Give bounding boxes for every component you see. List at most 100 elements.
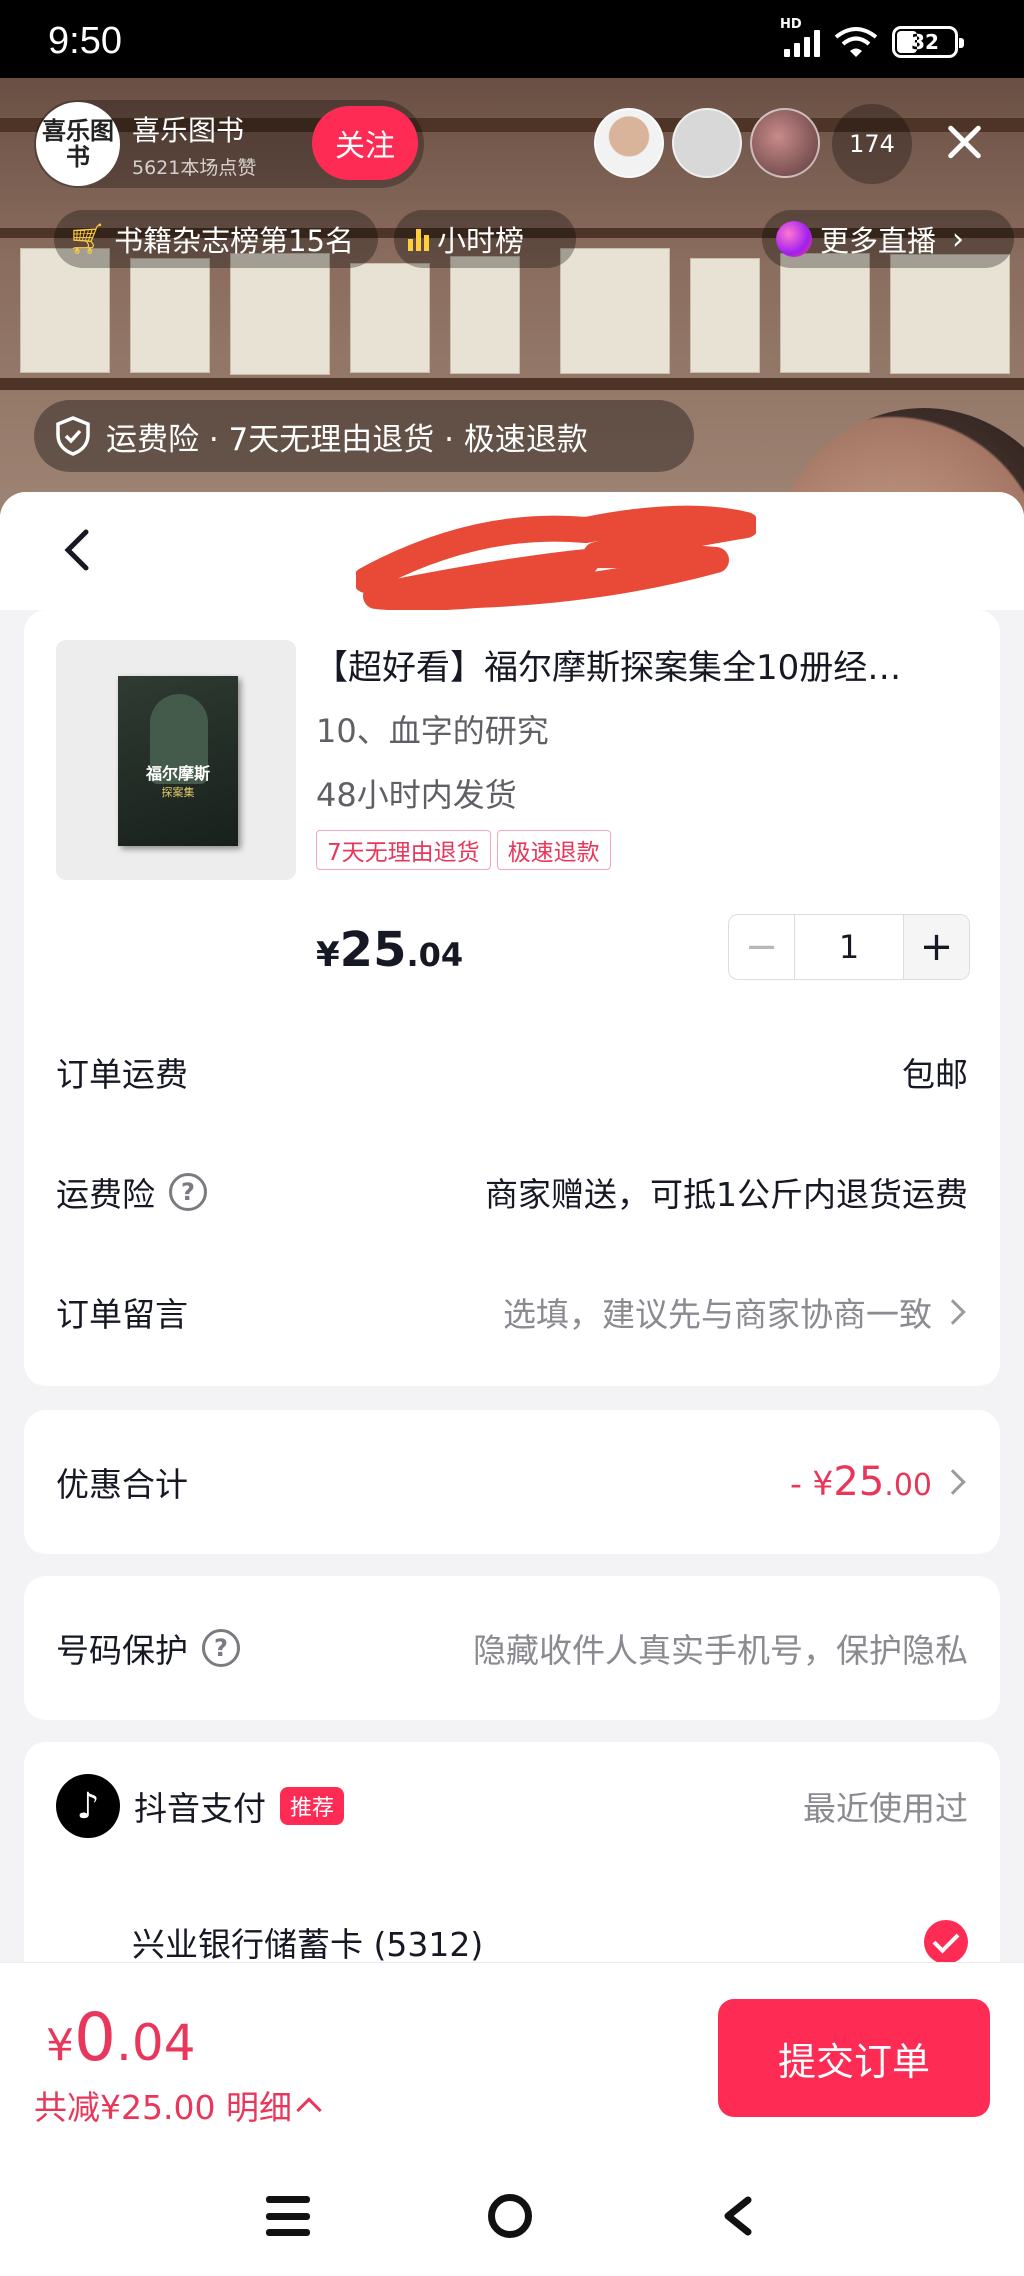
chevron-right-icon (940, 1299, 966, 1325)
close-icon[interactable] (940, 118, 988, 166)
note-label: 订单留言 (56, 1295, 188, 1334)
sheet-header (0, 492, 1024, 610)
live-orb-icon (776, 221, 812, 257)
total-integer: 0 (74, 1999, 116, 2076)
help-icon[interactable]: ? (202, 1629, 240, 1667)
product-price: ¥25.04 (316, 922, 463, 978)
douyin-pay-icon: ♪ (56, 1774, 120, 1838)
savings-text: 共减¥25.00 明细 (34, 2088, 292, 2127)
payment-method-label: 抖音支付 (134, 1789, 266, 1828)
guarantee-banner: 运费险 · 7天无理由退货 · 极速退款 (34, 400, 694, 472)
viewer-avatar[interactable] (594, 108, 664, 178)
payment-method-row[interactable]: ♪ 抖音支付 推荐 最近使用过 (56, 1774, 968, 1838)
hour-rank-label: 小时榜 (437, 224, 525, 258)
recommend-badge: 推荐 (280, 1787, 345, 1825)
bank-card-label: 兴业银行储蓄卡 (5312) (132, 1925, 484, 1962)
privacy-value: 隐藏收件人真实手机号，保护隐私 (473, 1631, 968, 1670)
discount-value: - ¥25.00 (790, 1459, 932, 1505)
discount-integer: 25 (833, 1459, 885, 1505)
order-note-row[interactable]: 订单留言 选填，建议先与商家协商一致 (56, 1282, 968, 1342)
product-variant[interactable]: 10、血字的研究 (316, 706, 549, 752)
help-icon[interactable]: ? (169, 1173, 207, 1211)
total-price: ¥0.04 (46, 1999, 196, 2076)
chevron-right-icon (940, 1469, 966, 1495)
chart-bars-icon (408, 227, 429, 251)
rank-badge[interactable]: 🛒︎ 书籍杂志榜第15名 (54, 210, 378, 268)
discount-prefix: - ¥ (789, 1464, 834, 1503)
quantity-value[interactable]: 1 (795, 915, 903, 979)
checkout-bar: ¥0.04 共减¥25.00 明细 提交订单 (0, 1962, 1024, 2158)
order-sheet: 福尔摩斯 探案集 【超好看】福尔摩斯探案集全10册经… 10、血字的研究 48小… (0, 492, 1024, 1962)
checkmark-selected-icon[interactable] (924, 1920, 968, 1962)
wifi-icon (834, 27, 878, 57)
bank-card-row[interactable]: 兴业银行储蓄卡 (5312) (132, 1912, 968, 1962)
freight-row: 订单运费 包邮 (56, 1042, 968, 1102)
product-thumbnail[interactable]: 福尔摩斯 探案集 (56, 640, 296, 880)
redaction-scribble (356, 505, 756, 610)
freight-label: 订单运费 (56, 1055, 188, 1094)
total-decimal: .04 (116, 2014, 196, 2072)
status-bar: 9:50 HD 32 (0, 0, 1024, 78)
submit-order-button[interactable]: 提交订单 (718, 1999, 990, 2117)
guarantee-text: 运费险 · 7天无理由退货 · 极速退款 (106, 421, 588, 458)
book-cover: 福尔摩斯 探案集 (118, 676, 238, 846)
recent-used-label: 最近使用过 (803, 1789, 968, 1828)
streamer-likes: 5621本场点赞 (132, 156, 257, 179)
cart-icon: 🛒︎ (68, 221, 107, 257)
shipping-time: 48小时内发货 (316, 776, 517, 814)
price-decimal: .04 (406, 936, 464, 974)
recent-apps-icon[interactable] (266, 2196, 310, 2236)
battery-level: 32 (911, 30, 939, 54)
insurance-row: 运费险 ? 商家赠送，可抵1公斤内退货运费 (56, 1162, 968, 1222)
system-nav-bar (0, 2158, 1024, 2276)
hd-indicator: HD (780, 17, 802, 32)
streamer-avatar[interactable]: 喜乐图书 (36, 102, 120, 186)
discount-row[interactable]: 优惠合计 - ¥25.00 (56, 1452, 968, 1512)
privacy-row: 号码保护 ? 隐藏收件人真实手机号，保护隐私 (56, 1618, 968, 1678)
tag-refund: 极速退款 (496, 830, 611, 870)
viewer-avatar[interactable] (672, 108, 742, 178)
more-live-button[interactable]: 更多直播 › (762, 210, 1014, 268)
chevron-up-icon (296, 2097, 322, 2123)
cover-title: 福尔摩斯 (145, 764, 210, 783)
streamer-name: 喜乐图书 (132, 113, 245, 147)
more-live-label: 更多直播 (820, 224, 937, 258)
discount-card[interactable]: 优惠合计 - ¥25.00 (24, 1410, 1000, 1554)
status-icons: HD 32 (780, 17, 964, 58)
quantity-stepper: − 1 + (728, 914, 970, 980)
streamer-info: 喜乐图书 5621本场点赞 (132, 109, 256, 180)
viewer-avatar[interactable] (750, 108, 820, 178)
shield-check-icon (56, 416, 90, 456)
hour-rank-badge[interactable]: 小时榜 (394, 210, 576, 268)
insurance-value: 商家赠送，可抵1公斤内退货运费 (485, 1175, 968, 1214)
discount-label: 优惠合计 (56, 1465, 188, 1504)
service-tags: 7天无理由退货 极速退款 (316, 830, 611, 870)
chevron-right-icon: › (952, 221, 965, 257)
total-currency: ¥ (46, 2020, 74, 2071)
savings-detail-button[interactable]: 共减¥25.00 明细 (34, 2081, 322, 2129)
status-time: 9:50 (48, 20, 122, 62)
tag-return: 7天无理由退货 (316, 830, 491, 870)
follow-button[interactable]: 关注 (312, 106, 418, 180)
back-chevron-icon[interactable] (56, 528, 100, 572)
insurance-label: 运费险 (56, 1175, 155, 1214)
price-currency: ¥ (316, 935, 340, 975)
viewer-count[interactable]: 174 (832, 104, 912, 184)
privacy-card: 号码保护 ? 隐藏收件人真实手机号，保护隐私 (24, 1576, 1000, 1720)
rank-label: 书籍杂志榜第15名 (114, 224, 354, 258)
discount-decimal: .00 (884, 1468, 932, 1503)
payment-card: ♪ 抖音支付 推荐 最近使用过 兴业银行储蓄卡 (5312) (24, 1742, 1000, 1962)
battery-icon: 32 (892, 26, 964, 58)
note-placeholder[interactable]: 选填，建议先与商家协商一致 (503, 1288, 932, 1336)
privacy-label: 号码保护 (56, 1631, 188, 1670)
increase-button[interactable]: + (903, 915, 969, 979)
home-icon[interactable] (488, 2194, 532, 2238)
decrease-button[interactable]: − (729, 915, 795, 979)
price-integer: 25 (339, 922, 407, 978)
product-title[interactable]: 【超好看】福尔摩斯探案集全10册经… (314, 640, 994, 689)
back-icon[interactable] (718, 2196, 758, 2236)
signal-icon: HD (780, 17, 820, 57)
freight-value: 包邮 (902, 1055, 968, 1094)
product-card: 福尔摩斯 探案集 【超好看】福尔摩斯探案集全10册经… 10、血字的研究 48小… (24, 610, 1000, 1386)
cover-subtitle: 探案集 (161, 786, 195, 799)
